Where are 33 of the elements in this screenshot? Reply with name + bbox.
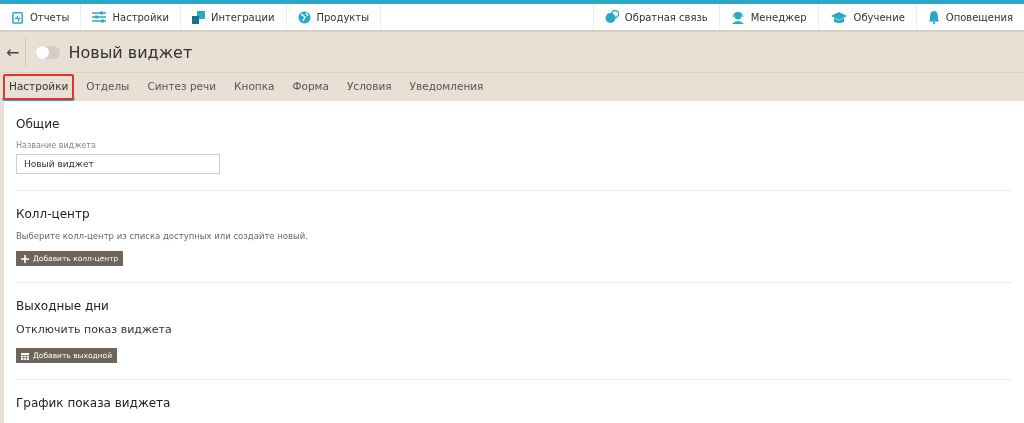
tab[interactable]: Кнопка (227, 73, 282, 101)
bell-icon (927, 10, 940, 24)
subsection-title: Отключить показ виджета (16, 323, 173, 336)
nav-item[interactable]: Настройки (81, 4, 181, 30)
nav-item[interactable]: Обучение (817, 4, 916, 30)
graduation-cap-icon (829, 10, 848, 24)
back-button[interactable]: ← (0, 38, 27, 66)
sliders-icon (92, 11, 107, 23)
tab[interactable]: Отделы (79, 73, 137, 101)
tab[interactable]: Условия (339, 73, 399, 101)
page-title: Новый виджет (68, 42, 193, 62)
section-title: Колл-центр (16, 207, 91, 221)
toggle-switch[interactable] (36, 45, 61, 59)
nav-item[interactable]: Оповещения (915, 4, 1024, 30)
headset-icon (730, 10, 745, 24)
section-title: Выходные дни (16, 299, 110, 313)
nav-item[interactable]: Отчеты (0, 4, 82, 30)
description-text: Выберите колл-центр из списка доступных или создайте новый. (16, 231, 309, 241)
report-icon (11, 10, 24, 24)
plus-icon (21, 254, 29, 263)
tab[interactable]: Форма (285, 73, 336, 101)
nav-item[interactable]: Обратная связь (592, 4, 719, 30)
section-title: Общие (16, 117, 61, 131)
tab[interactable]: Уведомления (402, 73, 491, 101)
nav-item[interactable]: Продукты (286, 4, 382, 30)
widget-name-field[interactable]: Новый виджет (16, 154, 220, 174)
squares-icon (191, 10, 205, 24)
section-title: График показа виджета (16, 396, 172, 410)
calendar-icon (21, 351, 29, 360)
nav-item[interactable]: Интеграции (180, 4, 287, 30)
nav-item[interactable]: Менеджер (718, 4, 818, 30)
field-label: Название виджета (16, 141, 97, 150)
tab[interactable]: Синтез речи (140, 73, 224, 101)
